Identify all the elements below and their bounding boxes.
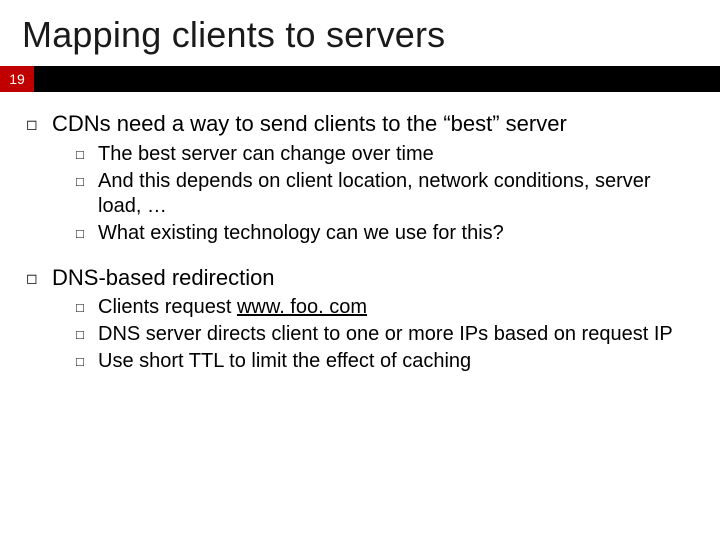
page-number-badge: 19 xyxy=(0,66,34,92)
square-bullet-icon: □ xyxy=(76,349,98,374)
sub-bullets: □ The best server can change over time □… xyxy=(26,142,694,246)
square-bullet-icon: ◻ xyxy=(26,264,52,292)
header-bar: 19 xyxy=(0,66,720,92)
sub-bullet-text: What existing technology can we use for … xyxy=(98,221,694,246)
square-bullet-icon: □ xyxy=(76,169,98,219)
sub-bullet-text: Clients request www. foo. com xyxy=(98,295,694,320)
bullet-level1: ◻ CDNs need a way to send clients to the… xyxy=(26,110,694,138)
square-bullet-icon: □ xyxy=(76,322,98,347)
sub-bullets: □ Clients request www. foo. com □ DNS se… xyxy=(26,295,694,374)
slide: Mapping clients to servers 19 ◻ CDNs nee… xyxy=(0,0,720,540)
sub-bullet-text: Use short TTL to limit the effect of cac… xyxy=(98,349,694,374)
bullet-level2: □ What existing technology can we use fo… xyxy=(76,221,694,246)
bullet-text: CDNs need a way to send clients to the “… xyxy=(52,110,694,138)
sub-bullet-text: And this depends on client location, net… xyxy=(98,169,694,219)
bullet-level1: ◻ DNS-based redirection xyxy=(26,264,694,292)
link-text[interactable]: www. foo. com xyxy=(237,296,367,318)
sub-bullet-text: DNS server directs client to one or more… xyxy=(98,322,694,347)
bullet-text: DNS-based redirection xyxy=(52,264,694,292)
slide-title: Mapping clients to servers xyxy=(0,0,720,66)
slide-content: ◻ CDNs need a way to send clients to the… xyxy=(0,92,720,374)
header-bar-fill xyxy=(34,66,720,92)
bullet-level2: □ Use short TTL to limit the effect of c… xyxy=(76,349,694,374)
bullet-level2: □ DNS server directs client to one or mo… xyxy=(76,322,694,347)
square-bullet-icon: ◻ xyxy=(26,110,52,138)
square-bullet-icon: □ xyxy=(76,221,98,246)
square-bullet-icon: □ xyxy=(76,142,98,167)
square-bullet-icon: □ xyxy=(76,295,98,320)
bullet-level2: □ The best server can change over time xyxy=(76,142,694,167)
bullet-level2: □ Clients request www. foo. com xyxy=(76,295,694,320)
bullet-level2: □ And this depends on client location, n… xyxy=(76,169,694,219)
sub-bullet-text: The best server can change over time xyxy=(98,142,694,167)
